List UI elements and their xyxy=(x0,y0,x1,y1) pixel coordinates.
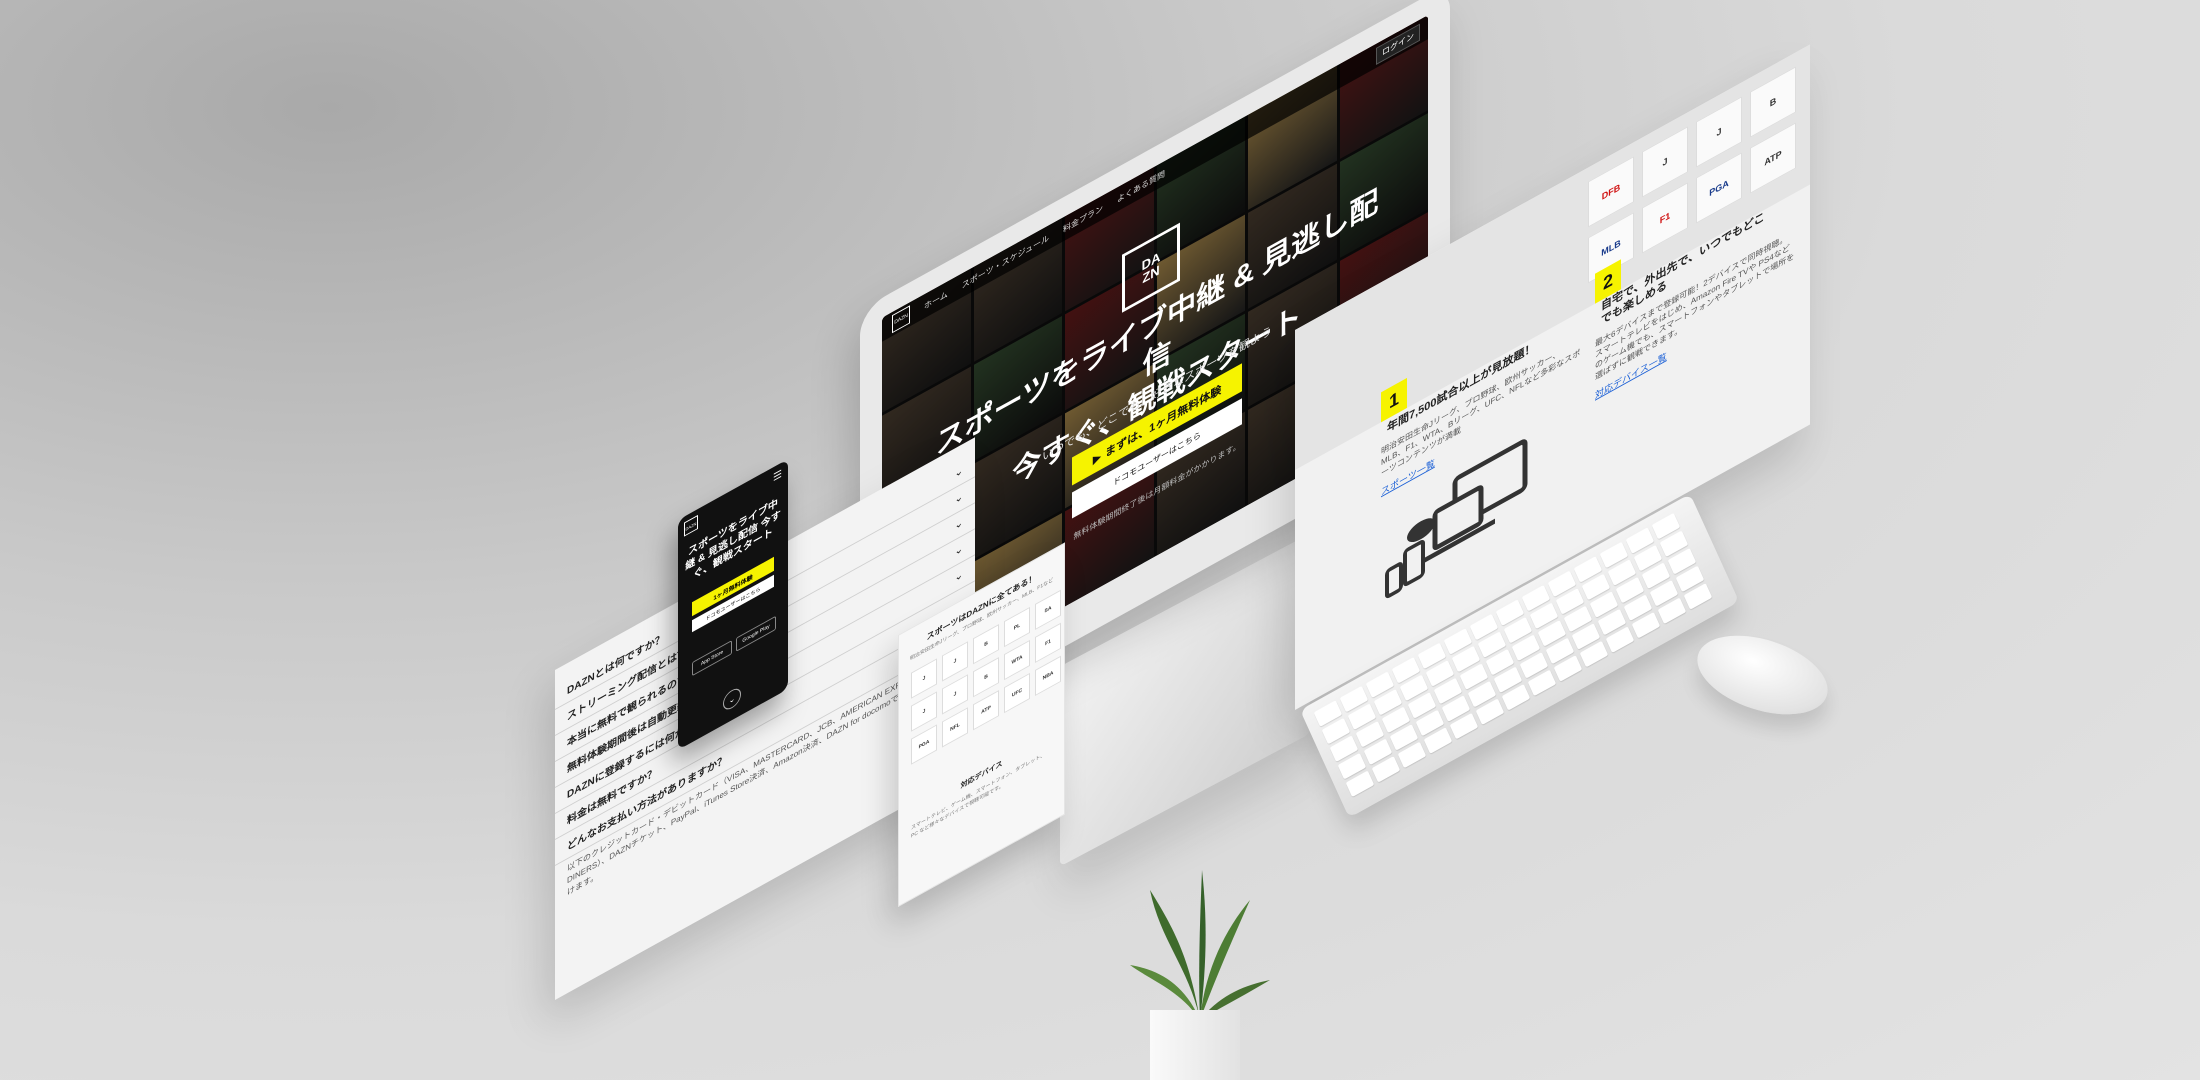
league-logo[interactable]: PGA xyxy=(911,724,937,765)
scroll-down-icon[interactable]: ⌄ xyxy=(723,685,741,714)
plant-icon xyxy=(1130,870,1270,1020)
chevron-down-icon: ⌄ xyxy=(954,568,963,585)
hamburger-menu-icon[interactable]: ☰ xyxy=(773,468,782,484)
chevron-down-icon: ⌄ xyxy=(954,516,963,533)
mouse xyxy=(1687,620,1838,730)
chevron-down-icon: ⌄ xyxy=(954,542,963,559)
league-logo[interactable]: UFC xyxy=(1004,672,1030,714)
tablet-devices-body: スマートテレビ、ゲーム機、スマートフォン、タブレット、PC など様々なデバイスで… xyxy=(911,751,1046,840)
chevron-down-icon: ⌄ xyxy=(954,490,963,507)
chevron-down-icon: ⌄ xyxy=(954,464,963,481)
play-icon: ▶ xyxy=(1092,449,1102,467)
app-store-badge[interactable]: App Store xyxy=(692,640,732,677)
league-logo[interactable]: NFL xyxy=(942,707,968,748)
plant-pot xyxy=(1150,1010,1240,1080)
league-logo[interactable]: ATP xyxy=(973,690,999,731)
phone-logo[interactable]: DAZN xyxy=(684,514,698,537)
league-logo[interactable]: NBA xyxy=(1035,655,1061,697)
google-play-badge[interactable]: Google Play xyxy=(736,615,776,652)
